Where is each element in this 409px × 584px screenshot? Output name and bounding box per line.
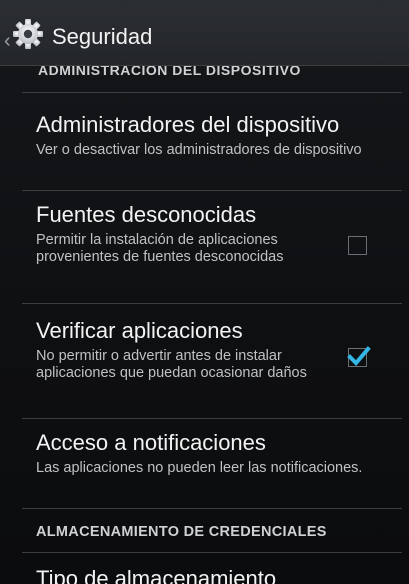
chevron-left-icon[interactable]: ‹ xyxy=(4,31,11,51)
list-item-storage-type[interactable]: Tipo de almacenamiento xyxy=(36,566,276,584)
divider xyxy=(22,190,402,191)
divider xyxy=(22,92,402,93)
list-item-unknown-sources[interactable]: Fuentes desconocidas Permitir la instala… xyxy=(36,202,336,266)
divider xyxy=(22,418,402,419)
item-summary: No permitir o advertir antes de instalar… xyxy=(36,348,307,381)
item-summary: Las aplicaciones no pueden leer las noti… xyxy=(36,460,363,476)
page-title: Seguridad xyxy=(52,24,153,49)
security-settings-screen: ‹ Seguridad ADMINISTRACIÓN DEL DISPOSITI… xyxy=(0,0,409,584)
divider xyxy=(22,303,402,304)
check-icon xyxy=(347,346,371,366)
list-item-device-admins[interactable]: Administradores del dispositivo Ver o de… xyxy=(36,112,376,159)
divider xyxy=(22,552,402,553)
divider xyxy=(22,508,402,509)
section-header-credentials: ALMACENAMIENTO DE CREDENCIALES xyxy=(36,524,327,540)
list-item-notification-access[interactable]: Acceso a notificaciones Las aplicaciones… xyxy=(36,430,376,477)
gear-icon[interactable] xyxy=(12,18,44,50)
item-summary: Ver o desactivar los administradores de … xyxy=(36,142,362,158)
verify-apps-checkbox[interactable] xyxy=(347,346,371,367)
item-title: Acceso a notificaciones xyxy=(36,430,266,455)
item-title: Fuentes desconocidas xyxy=(36,202,257,227)
action-bar: ‹ Seguridad xyxy=(0,0,409,66)
item-summary: Permitir la instalación de aplicaciones … xyxy=(36,232,284,265)
list-item-verify-apps[interactable]: Verificar aplicaciones No permitir o adv… xyxy=(36,318,336,382)
item-title: Verificar aplicaciones xyxy=(36,318,243,343)
unknown-sources-checkbox[interactable] xyxy=(348,236,367,255)
item-title: Administradores del dispositivo xyxy=(36,112,340,137)
